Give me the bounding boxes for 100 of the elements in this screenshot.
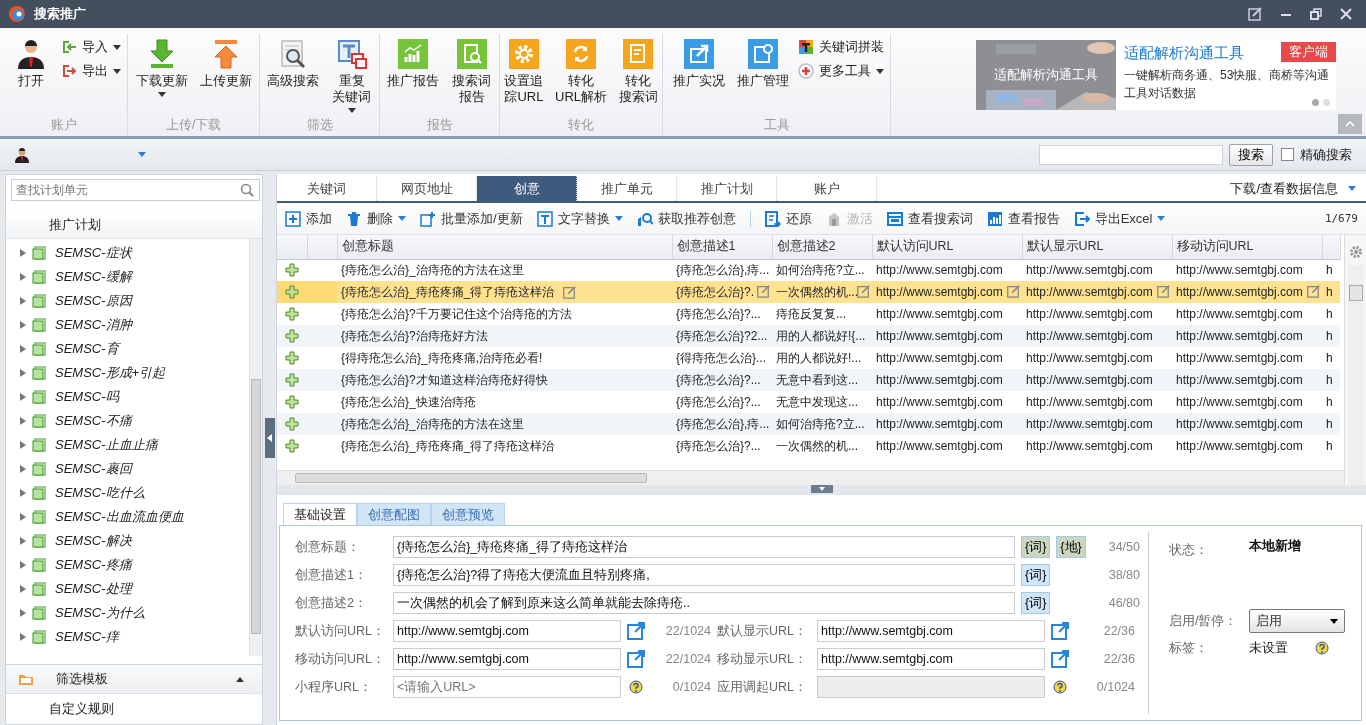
settings-icon[interactable]: [1348, 245, 1363, 259]
tree-item[interactable]: SEMSC-吃什么: [55, 484, 145, 502]
text-field[interactable]: {痔疮怎么治}_痔疮疼痛_得了痔疮这样治: [393, 536, 1015, 558]
external-link-icon[interactable]: [627, 622, 645, 640]
ribbon-button[interactable]: 搜索词 报告: [447, 38, 496, 116]
search-button[interactable]: 搜索: [1229, 143, 1273, 166]
edit-icon[interactable]: [756, 284, 770, 298]
add-icon[interactable]: [285, 329, 299, 343]
token-button[interactable]: {词}: [1021, 536, 1051, 558]
expander-icon[interactable]: [20, 465, 26, 473]
text-field[interactable]: http://www.semtgbj.com: [817, 620, 1045, 642]
ribbon-button[interactable]: 打开: [6, 38, 55, 116]
collapse-handle[interactable]: [264, 417, 275, 458]
search-field[interactable]: [1039, 144, 1223, 165]
expander-icon[interactable]: [20, 537, 26, 545]
help-icon[interactable]: [629, 680, 643, 694]
menu-button[interactable]: 导入: [60, 38, 121, 56]
tab[interactable]: 基础设置: [283, 503, 357, 525]
tree-item[interactable]: SEMSC-消肿: [55, 316, 132, 334]
expander-icon[interactable]: [20, 321, 26, 329]
tab[interactable]: 推广单元: [577, 176, 677, 201]
edit-icon[interactable]: [1156, 284, 1170, 298]
ribbon-button[interactable]: 下载更新: [132, 38, 191, 116]
toolbar-button[interactable]: 查看搜索词: [886, 209, 973, 228]
tab[interactable]: 创意配图: [357, 503, 431, 525]
expander-icon[interactable]: [20, 489, 26, 497]
list-item[interactable]: 自定义规则: [6, 694, 262, 724]
ribbon-button[interactable]: 上传更新: [196, 38, 255, 116]
scrollbar[interactable]: [277, 470, 1344, 485]
column-header[interactable]: 创意标题: [337, 235, 672, 259]
tree-item[interactable]: SEMSC-为什么: [55, 604, 145, 622]
ribbon-button[interactable]: 转化 URL解析: [554, 38, 608, 116]
tree-item[interactable]: SEMSC-裹回: [55, 460, 132, 478]
add-icon[interactable]: [285, 417, 299, 431]
menu-button[interactable]: 关键词拼装: [797, 38, 884, 56]
ribbon-button[interactable]: 推广管理: [733, 38, 792, 116]
banner-title[interactable]: 适配解析沟通工具: [1124, 44, 1244, 63]
edit-icon[interactable]: [1248, 7, 1262, 21]
text-field[interactable]: http://www.semtgbj.com: [393, 620, 621, 642]
menu-button[interactable]: 导出: [60, 62, 121, 80]
carousel-dot[interactable]: [1312, 99, 1319, 106]
token-button[interactable]: {地}: [1056, 536, 1086, 558]
tree-item[interactable]: SEMSC-处理: [55, 580, 132, 598]
expander-icon[interactable]: [20, 633, 26, 641]
tab[interactable]: 创意预览: [431, 503, 505, 525]
toolbar-button[interactable]: 文字替换: [536, 209, 623, 228]
expander-icon[interactable]: [20, 393, 26, 401]
tree-item[interactable]: SEMSC-疼痛: [55, 556, 132, 574]
caret-up-icon[interactable]: [236, 676, 244, 682]
column-header[interactable]: 移动访问URL: [1172, 235, 1322, 259]
tab[interactable]: 创意: [477, 176, 577, 201]
ribbon-button[interactable]: 转化 搜索词: [614, 38, 662, 116]
add-icon[interactable]: [285, 285, 299, 299]
help-icon[interactable]: [1053, 680, 1067, 694]
checkbox[interactable]: [1281, 148, 1294, 161]
text-field[interactable]: <请输入URL>: [393, 676, 621, 698]
edit-icon[interactable]: [1306, 284, 1320, 298]
column-header[interactable]: 创意描述1: [672, 235, 772, 259]
external-link-icon[interactable]: [1051, 650, 1069, 668]
dropdown-menu[interactable]: 下载/查看数据信息: [1220, 176, 1366, 201]
tree-item[interactable]: SEMSC-吗: [55, 388, 119, 406]
token-button[interactable]: {词}: [1021, 592, 1051, 614]
expander-icon[interactable]: [20, 585, 26, 593]
expander-icon[interactable]: [20, 273, 26, 281]
column-header[interactable]: 默认访问URL: [872, 235, 1022, 259]
dropdown[interactable]: 启用: [1249, 609, 1345, 633]
expander-icon[interactable]: [20, 609, 26, 617]
ribbon-button[interactable]: 重复 关键词: [327, 38, 376, 116]
panel-header[interactable]: 筛选模板: [6, 664, 262, 694]
add-icon[interactable]: [285, 351, 299, 365]
edit-icon[interactable]: [562, 285, 577, 300]
ribbon-button[interactable]: 推广实况: [669, 38, 728, 116]
toolbar-button[interactable]: 查看报告: [986, 209, 1060, 228]
carousel-dot[interactable]: [1323, 99, 1330, 106]
add-icon[interactable]: [285, 307, 299, 321]
tree-item[interactable]: SEMSC-原因: [55, 292, 132, 310]
expander-icon[interactable]: [20, 369, 26, 377]
ribbon-button[interactable]: 设置追 踪URL: [500, 38, 548, 116]
toolbar-button[interactable]: 导出Excel: [1073, 209, 1166, 228]
add-icon[interactable]: [285, 395, 299, 409]
edit-icon[interactable]: [1006, 284, 1020, 298]
tree-item[interactable]: SEMSC-缓解: [55, 268, 132, 286]
add-icon[interactable]: [285, 263, 299, 278]
search-field[interactable]: 查找计划单元: [11, 179, 260, 201]
tab[interactable]: 账户: [777, 176, 877, 201]
toolbar-button[interactable]: 还原: [764, 209, 812, 228]
add-icon[interactable]: [285, 439, 299, 453]
caret-down-icon[interactable]: [810, 485, 833, 493]
expander-icon[interactable]: [20, 297, 26, 305]
expander-icon[interactable]: [20, 417, 26, 425]
expander-icon[interactable]: [20, 345, 26, 353]
external-link-icon[interactable]: [627, 650, 645, 668]
text-field[interactable]: http://www.semtgbj.com: [817, 648, 1045, 670]
help-icon[interactable]: [1315, 641, 1329, 655]
toolbar-button[interactable]: 获取推荐创意: [636, 209, 736, 228]
edit-icon[interactable]: [856, 284, 870, 298]
toolbar-button[interactable]: 批量添加/更新: [420, 209, 523, 228]
ribbon-button[interactable]: 推广报告: [383, 38, 442, 116]
expander-icon[interactable]: [20, 513, 26, 521]
search-icon[interactable]: [240, 183, 254, 197]
